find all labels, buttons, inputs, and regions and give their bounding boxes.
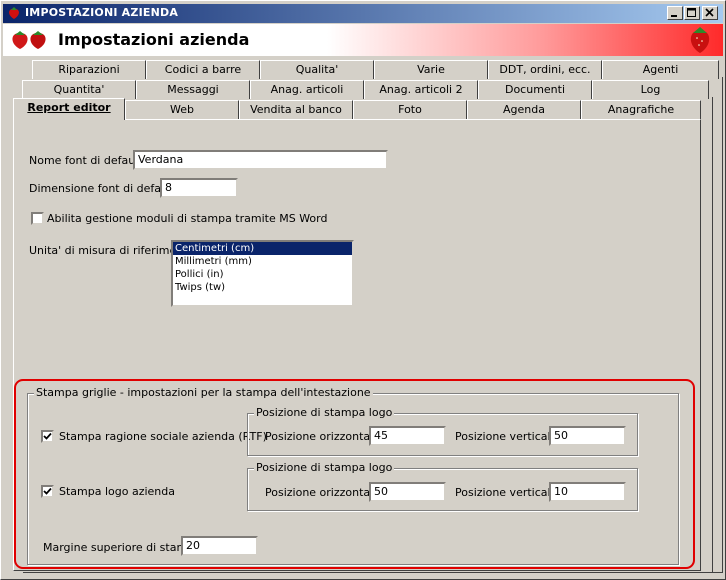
list-item[interactable]: Millimetri (mm) bbox=[173, 255, 352, 268]
horiz-pos-input-2[interactable]: 50 bbox=[369, 482, 446, 502]
header-title: Impostazioni azienda bbox=[58, 30, 250, 49]
ragione-sociale-checkbox[interactable] bbox=[41, 430, 54, 443]
minimize-icon bbox=[671, 15, 677, 17]
close-button[interactable] bbox=[702, 6, 718, 20]
vert-pos-input-1[interactable]: 50 bbox=[549, 426, 626, 446]
minimize-button[interactable] bbox=[667, 6, 683, 20]
tab-agenti[interactable]: Agenti bbox=[602, 60, 719, 79]
title-bar[interactable]: IMPOSTAZIONI AZIENDA bbox=[3, 4, 723, 23]
logo-position-group-2-title: Posizione di stampa logo bbox=[254, 461, 395, 474]
tab-riparazioni[interactable]: Riparazioni bbox=[32, 60, 146, 79]
tab-web[interactable]: Web bbox=[125, 100, 239, 119]
tab-codici-a-barre[interactable]: Codici a barre bbox=[146, 60, 260, 79]
horiz-pos-label-1: Posizione orizzontale bbox=[265, 430, 380, 443]
vert-pos-label-1: Posizione verticale bbox=[455, 430, 558, 443]
report-editor-panel: Nome font di default Verdana Dimensione … bbox=[13, 119, 701, 571]
strawberry-icon bbox=[690, 27, 710, 53]
horiz-pos-label-2: Posizione orizzontale bbox=[265, 486, 380, 499]
font-size-input[interactable]: 8 bbox=[160, 178, 238, 198]
logo-label: Stampa logo azienda bbox=[59, 485, 175, 498]
checkmark-icon bbox=[43, 432, 52, 440]
strawberries-icon bbox=[12, 31, 46, 49]
window-title: IMPOSTAZIONI AZIENDA bbox=[25, 6, 179, 19]
list-item[interactable]: Centimetri (cm) bbox=[173, 242, 352, 255]
tab-anag-articoli[interactable]: Anag. articoli bbox=[250, 80, 364, 99]
tab-ddt-ordini[interactable]: DDT, ordini, ecc. bbox=[488, 60, 602, 79]
logo-position-group-1-title: Posizione di stampa logo bbox=[254, 406, 395, 419]
vert-pos-input-2[interactable]: 10 bbox=[549, 482, 626, 502]
font-size-label: Dimensione font di default bbox=[29, 182, 176, 195]
horiz-pos-input-1[interactable]: 45 bbox=[369, 426, 446, 446]
tab-agenda[interactable]: Agenda bbox=[467, 100, 581, 119]
tab-qualita[interactable]: Qualita' bbox=[260, 60, 374, 79]
units-listbox[interactable]: Centimetri (cm) Millimetri (mm) Pollici … bbox=[171, 240, 354, 307]
vert-pos-label-2: Posizione verticale bbox=[455, 486, 558, 499]
tab-log[interactable]: Log bbox=[592, 80, 709, 99]
main-window: IMPOSTAZIONI AZIENDA Impostazioni aziend… bbox=[0, 0, 726, 580]
ragione-sociale-label: Stampa ragione sociale azienda (RTF) bbox=[59, 430, 267, 443]
logo-checkbox[interactable] bbox=[41, 485, 54, 498]
tab-foto[interactable]: Foto bbox=[353, 100, 467, 119]
checkmark-icon bbox=[43, 487, 52, 495]
tab-report-editor[interactable]: Report editor bbox=[13, 98, 125, 120]
strawberry-icon bbox=[9, 7, 19, 19]
tab-quantita[interactable]: Quantita' bbox=[22, 80, 136, 99]
close-icon bbox=[705, 8, 714, 17]
list-item[interactable]: Pollici (in) bbox=[173, 268, 352, 281]
units-label: Unita' di misura di riferimento bbox=[29, 244, 195, 257]
tab-vendita-al-banco[interactable]: Vendita al banco bbox=[239, 100, 353, 119]
tab-anag-articoli-2[interactable]: Anag. articoli 2 bbox=[364, 80, 478, 99]
font-name-input[interactable]: Verdana bbox=[133, 150, 388, 170]
tab-documenti[interactable]: Documenti bbox=[478, 80, 592, 99]
tab-anagrafiche[interactable]: Anagrafiche bbox=[581, 100, 701, 119]
list-item[interactable]: Twips (tw) bbox=[173, 281, 352, 294]
tab-varie[interactable]: Varie bbox=[374, 60, 488, 79]
maximize-icon bbox=[687, 8, 696, 17]
header-banner: Impostazioni azienda bbox=[3, 24, 723, 56]
print-settings-group-title: Stampa griglie - impostazioni per la sta… bbox=[34, 386, 373, 399]
margin-label: Margine superiore di stampa bbox=[43, 541, 201, 554]
maximize-button[interactable] bbox=[684, 6, 700, 20]
margin-input[interactable]: 20 bbox=[181, 536, 258, 556]
tab-messaggi[interactable]: Messaggi bbox=[136, 80, 250, 99]
word-checkbox-label: Abilita gestione moduli di stampa tramit… bbox=[47, 212, 328, 225]
font-name-label: Nome font di default bbox=[29, 154, 143, 167]
word-checkbox[interactable] bbox=[31, 212, 44, 225]
